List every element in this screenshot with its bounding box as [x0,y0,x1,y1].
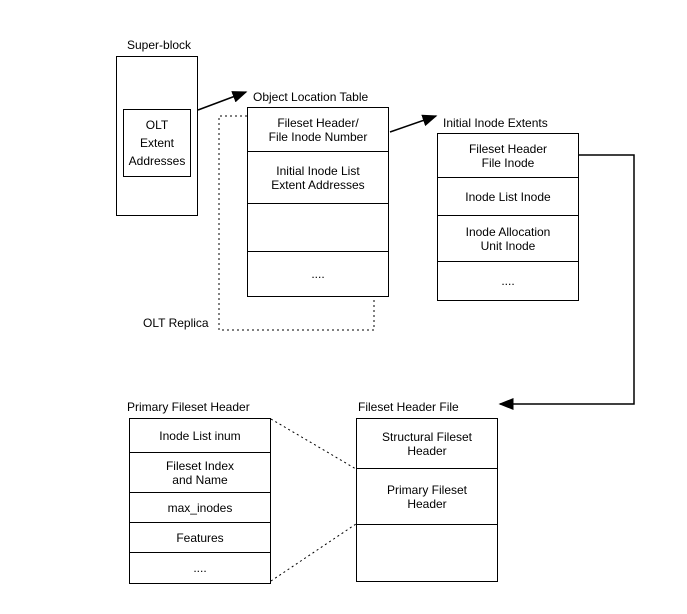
initial-inode-row-3-text: .... [501,274,514,288]
primary-fileset-row-2-text: max_inodes [168,501,233,515]
initial-inode-row-1: Inode List Inode [438,178,578,216]
olt-row-2 [248,204,388,252]
arrow-olt-to-initial-inode [390,116,436,132]
primary-fileset-box: Inode List inum Fileset Index and Name m… [129,418,271,584]
olt-row-0: Fileset Header/ File Inode Number [248,108,388,152]
label-primary-fileset-header: Primary Fileset Header [127,400,250,414]
initial-inode-row-2-text: Inode Allocation Unit Inode [466,225,551,253]
fhf-row-0: Structural Fileset Header [357,419,497,469]
fhf-row-0-text: Structural Fileset Header [382,430,472,458]
initial-inode-row-1-text: Inode List Inode [465,190,550,204]
olt-row-0-text: Fileset Header/ File Inode Number [269,116,368,144]
primary-fileset-row-0-text: Inode List inum [159,429,240,443]
fhf-row-2 [357,525,497,581]
primary-fileset-row-1-text: Fileset Index and Name [166,459,234,487]
superblock-box: OLT Extent Addresses [116,56,198,216]
primary-fileset-row-4: .... [130,553,270,583]
primary-fileset-row-3: Features [130,523,270,553]
label-fileset-header-file: Fileset Header File [358,400,459,414]
primary-fileset-row-2: max_inodes [130,493,270,523]
olt-row-1: Initial Inode List Extent Addresses [248,152,388,204]
primary-fileset-row-4-text: .... [193,561,206,575]
superblock-inner-text: OLT Extent Addresses [129,118,186,168]
superblock-olt-extent-addresses: OLT Extent Addresses [123,109,191,177]
primary-fileset-row-3-text: Features [176,531,223,545]
fhf-row-1-text: Primary Fileset Header [387,483,467,511]
primary-fileset-row-1: Fileset Index and Name [130,453,270,493]
label-initial-inode-extents: Initial Inode Extents [443,116,548,130]
initial-inode-box: Fileset Header File Inode Inode List Ino… [437,133,579,301]
olt-box: Fileset Header/ File Inode Number Initia… [247,107,389,297]
dotted-map-top [271,419,356,469]
olt-row-3: .... [248,252,388,296]
arrow-superblock-to-olt [198,92,246,110]
initial-inode-row-3: .... [438,262,578,300]
olt-row-1-text: Initial Inode List Extent Addresses [271,164,364,192]
label-olt: Object Location Table [253,90,368,104]
primary-fileset-row-0: Inode List inum [130,419,270,453]
olt-row-3-text: .... [311,267,324,281]
initial-inode-row-2: Inode Allocation Unit Inode [438,216,578,262]
dotted-map-bottom [271,524,356,581]
initial-inode-row-0-text: Fileset Header File Inode [469,142,547,170]
initial-inode-row-0: Fileset Header File Inode [438,134,578,178]
fileset-header-file-box: Structural Fileset Header Primary Filese… [356,418,498,582]
label-superblock: Super-block [127,38,191,52]
fhf-row-1: Primary Fileset Header [357,469,497,525]
label-olt-replica: OLT Replica [143,316,209,330]
